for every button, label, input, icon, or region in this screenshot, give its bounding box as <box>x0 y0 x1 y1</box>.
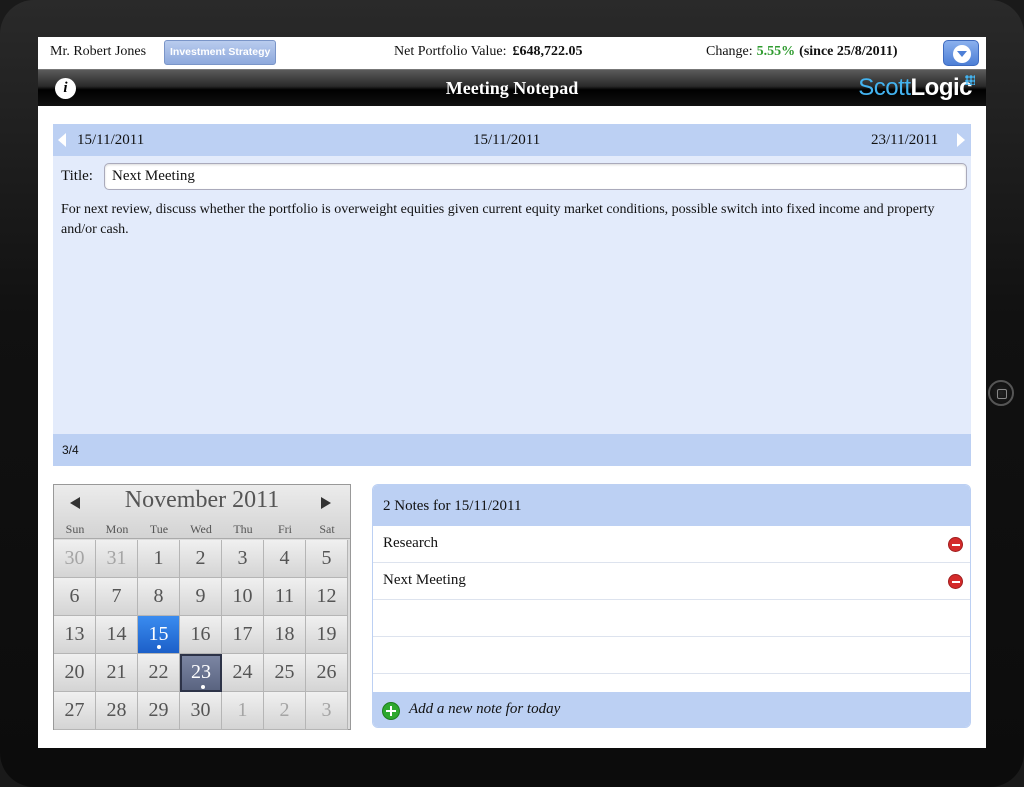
calendar-day[interactable]: 16 <box>180 616 222 654</box>
calendar-day[interactable]: 9 <box>180 578 222 616</box>
calendar-day[interactable]: 10 <box>222 578 264 616</box>
title-label: Title: <box>61 168 93 184</box>
note-footer: 3/4 <box>53 434 971 466</box>
calendar-day[interactable]: 29 <box>138 692 180 730</box>
title-bar: i Meeting Notepad ScottLogic <box>38 69 986 106</box>
note-date-bar: 15/11/2011 15/11/2011 23/11/2011 <box>53 124 971 156</box>
delete-note-icon[interactable] <box>948 537 963 552</box>
calendar-day[interactable]: 6 <box>54 578 96 616</box>
calendar-day[interactable]: 18 <box>264 616 306 654</box>
note-item-title: Research <box>383 535 438 551</box>
note-page-indicator: 3/4 <box>62 443 79 457</box>
client-name: Mr. Robert Jones <box>50 44 147 59</box>
weekday-label: Wed <box>190 522 212 536</box>
change-percent: 5.55% <box>756 44 796 59</box>
calendar: November 2011 Sun Mon Tue Wed Thu Fri Sa… <box>53 484 351 730</box>
calendar-day[interactable]: 27 <box>54 692 96 730</box>
weekday-label: Tue <box>149 522 169 536</box>
calendar-day[interactable]: 17 <box>222 616 264 654</box>
calendar-day[interactable]: 31 <box>96 540 138 578</box>
logo-dots-icon <box>965 75 975 85</box>
notes-list: 2 Notes for 15/11/2011 Research Next Mee… <box>372 484 971 728</box>
calendar-header: November 2011 Sun Mon Tue Wed Thu Fri Sa… <box>54 485 350 539</box>
calendar-day[interactable]: 1 <box>138 540 180 578</box>
next-note-date[interactable]: 23/11/2011 <box>871 132 938 149</box>
dropdown-button[interactable] <box>943 40 979 66</box>
weekday-label: Mon <box>105 522 129 536</box>
has-note-dot-icon <box>157 645 161 649</box>
home-button[interactable] <box>988 380 1014 406</box>
chevron-down-icon <box>953 45 971 63</box>
calendar-month-label: November 2011 <box>124 487 280 513</box>
npv-label: Net Portfolio Value: <box>394 44 507 59</box>
add-note-button[interactable]: Add a new note for today <box>373 692 970 727</box>
note-title-row: Title: Next Meeting <box>61 163 967 191</box>
calendar-day[interactable]: 22 <box>138 654 180 692</box>
portfolio-change: Change: 5.55% (since 25/8/2011) <box>706 44 898 60</box>
calendar-day[interactable]: 13 <box>54 616 96 654</box>
delete-note-icon[interactable] <box>948 574 963 589</box>
calendar-day[interactable]: 12 <box>306 578 348 616</box>
calendar-day[interactable]: 21 <box>96 654 138 692</box>
calendar-day[interactable]: 23 <box>180 654 222 692</box>
weekday-label: Thu <box>233 522 253 536</box>
scottlogic-logo: ScottLogic <box>858 74 975 102</box>
previous-note-date[interactable]: 15/11/2011 <box>77 132 144 149</box>
calendar-day[interactable]: 7 <box>96 578 138 616</box>
calendar-day[interactable]: 3 <box>222 540 264 578</box>
calendar-day[interactable]: 4 <box>264 540 306 578</box>
npv-value: £648,722.05 <box>512 44 583 59</box>
status-bar: Mr. Robert Jones Investment Strategy Net… <box>38 37 986 69</box>
calendar-day[interactable]: 20 <box>54 654 96 692</box>
add-note-label: Add a new note for today <box>409 701 561 717</box>
calendar-day[interactable]: 30 <box>54 540 96 578</box>
calendar-day[interactable]: 25 <box>264 654 306 692</box>
calendar-day[interactable]: 15 <box>138 616 180 654</box>
empty-list-row <box>373 637 970 674</box>
notes-list-header: 2 Notes for 15/11/2011 <box>373 485 970 526</box>
calendar-day[interactable]: 11 <box>264 578 306 616</box>
note-list-item[interactable]: Research <box>373 526 970 563</box>
add-circle-icon <box>382 702 400 720</box>
empty-list-row <box>373 600 970 637</box>
calendar-day[interactable]: 14 <box>96 616 138 654</box>
calendar-day[interactable]: 30 <box>180 692 222 730</box>
previous-note-arrow-icon[interactable] <box>58 133 66 147</box>
note-panel: 15/11/2011 15/11/2011 23/11/2011 Title: … <box>53 124 971 466</box>
app-screen: Mr. Robert Jones Investment Strategy Net… <box>38 37 986 748</box>
current-note-date: 15/11/2011 <box>473 132 541 148</box>
calendar-day[interactable]: 2 <box>180 540 222 578</box>
calendar-day[interactable]: 3 <box>306 692 348 730</box>
investment-strategy-button[interactable]: Investment Strategy <box>164 40 277 65</box>
note-item-title: Next Meeting <box>383 572 466 588</box>
note-title-input[interactable]: Next Meeting <box>104 163 967 190</box>
calendar-day[interactable]: 24 <box>222 654 264 692</box>
weekday-label: Sun <box>65 522 85 536</box>
next-month-icon[interactable] <box>321 497 331 509</box>
calendar-day[interactable]: 5 <box>306 540 348 578</box>
calendar-day[interactable]: 2 <box>264 692 306 730</box>
weekday-label: Fri <box>277 522 292 536</box>
note-list-item[interactable]: Next Meeting <box>373 563 970 600</box>
calendar-day[interactable]: 19 <box>306 616 348 654</box>
net-portfolio-value: Net Portfolio Value: £648,722.05 <box>394 44 583 60</box>
next-note-arrow-icon[interactable] <box>957 133 965 147</box>
page-title: Meeting Notepad <box>445 78 579 98</box>
calendar-day[interactable]: 1 <box>222 692 264 730</box>
change-label: Change: <box>706 44 753 59</box>
calendar-day[interactable]: 8 <box>138 578 180 616</box>
weekday-label: Sat <box>319 522 335 536</box>
note-body-textarea[interactable]: For next review, discuss whether the por… <box>61 200 966 240</box>
has-note-dot-icon <box>201 685 205 689</box>
calendar-day[interactable]: 26 <box>306 654 348 692</box>
calendar-day[interactable]: 28 <box>96 692 138 730</box>
change-since: (since 25/8/2011) <box>799 44 898 59</box>
